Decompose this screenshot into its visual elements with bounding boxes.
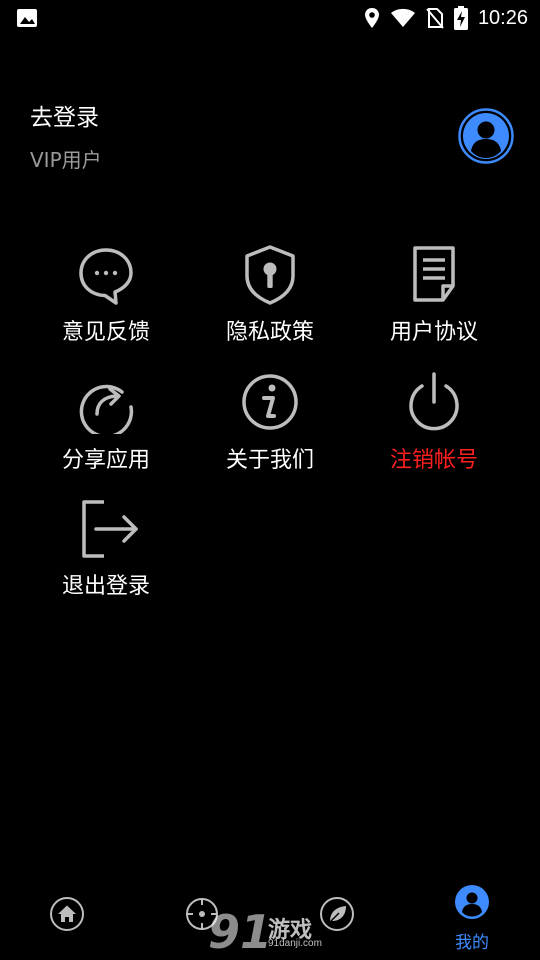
menu-item-share[interactable]: 分享应用 — [24, 370, 188, 480]
privacy-shield-icon — [245, 245, 295, 305]
status-bar: 10:26 — [0, 0, 540, 36]
home-icon — [50, 897, 84, 931]
menu-label: 用户协议 — [389, 320, 478, 345]
location-icon — [364, 8, 379, 28]
menu-item-feedback[interactable]: 意见反馈 — [24, 242, 188, 352]
svg-text:91: 91 — [208, 905, 272, 956]
menu-label: 隐私政策 — [225, 320, 314, 345]
nav-item-profile[interactable]: 我的 — [422, 878, 522, 960]
menu-label: 注销帐号 — [389, 448, 478, 473]
profile-icon — [455, 885, 489, 919]
status-time: 10:26 — [477, 6, 528, 29]
watermark-sub: 91danji.com — [268, 938, 322, 949]
info-icon — [242, 374, 298, 430]
menu-item-privacy[interactable]: 隐私政策 — [188, 242, 352, 352]
power-icon — [409, 372, 459, 431]
menu-label: 分享应用 — [61, 448, 150, 473]
share-icon — [79, 384, 134, 434]
logout-icon — [82, 500, 138, 558]
nav-label-profile: 我的 — [455, 933, 489, 953]
menu-label: 意见反馈 — [61, 320, 150, 345]
battery-charging-icon — [453, 6, 468, 30]
menu-label: 关于我们 — [225, 448, 314, 473]
nav-item-home[interactable] — [17, 878, 117, 960]
login-title[interactable]: 去登录 — [30, 98, 99, 132]
wifi-icon — [390, 8, 415, 27]
feedback-chat-icon — [79, 248, 133, 305]
menu-item-logout[interactable]: 退出登录 — [24, 496, 188, 606]
menu-item-about[interactable]: 关于我们 — [188, 370, 352, 480]
menu-item-agreement[interactable]: 用户协议 — [352, 242, 516, 352]
menu-label: 退出登录 — [61, 574, 150, 599]
no-sim-icon — [426, 8, 444, 29]
user-avatar-icon[interactable] — [458, 108, 514, 164]
menu-item-delete-account[interactable]: 注销帐号 — [352, 370, 516, 480]
vip-label: VIP用户 — [30, 148, 102, 172]
agreement-document-icon — [413, 246, 455, 302]
image-icon — [17, 9, 37, 27]
